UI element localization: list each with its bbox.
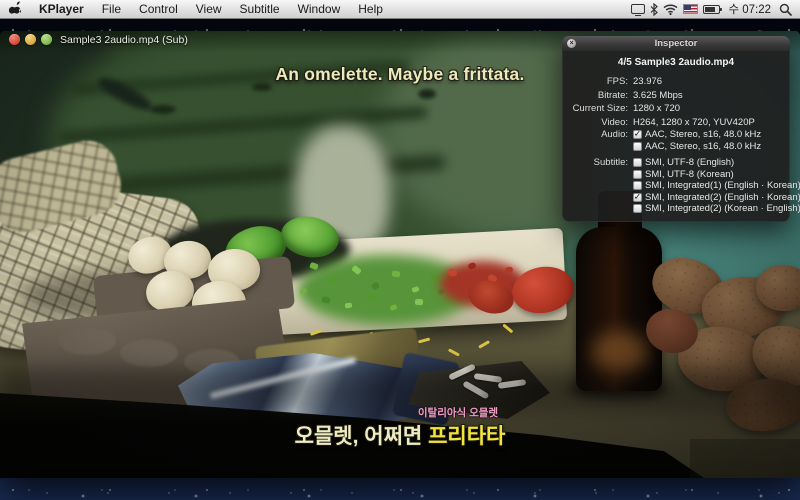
subtitle-track-checkbox[interactable] [633, 170, 642, 179]
bitrate-value: 3.625 Mbps [633, 89, 800, 103]
inspector-close-button[interactable]: × [567, 39, 576, 48]
subtitle-track-label: SMI, Integrated(2) (Korean · English) [645, 203, 800, 215]
subtitle-label: Subtitle: [568, 157, 628, 215]
inspector-titlebar[interactable]: × Inspector [562, 36, 790, 51]
subtitle-track-checkbox[interactable] [633, 181, 642, 190]
audio-label: Audio: [568, 129, 628, 152]
minimize-button[interactable] [25, 34, 36, 45]
bg-handle-1 [150, 105, 176, 114]
spotlight-icon[interactable] [779, 3, 792, 16]
audio-track-row[interactable]: AAC, Stereo, s16, 48.0 kHz [633, 141, 800, 153]
checkmark: ✓ [634, 131, 642, 138]
fps-label: FPS: [568, 75, 628, 89]
window-title: Sample3 2audio.mp4 (Sub) [60, 34, 188, 46]
subtitle-track-row[interactable]: ✓ SMI, Integrated(2) (English · Korean) [633, 192, 800, 204]
inspector-title: Inspector [655, 38, 698, 49]
checkmark: ✓ [634, 193, 642, 200]
subtitle-korean: 이탈리아식 오믈렛 오믈렛, 어쩌면 프리타타 [0, 405, 800, 450]
audio-track-label: AAC, Stereo, s16, 48.0 kHz [645, 141, 761, 153]
green-bit [392, 270, 401, 277]
subtitle-track-label: SMI, UTF-8 (Korean) [645, 169, 734, 181]
subtitle-ruby: 이탈리아식 오믈렛 [58, 405, 800, 420]
apple-menu[interactable] [0, 0, 30, 19]
display-icon[interactable] [631, 4, 645, 14]
subtitle-track-checkbox[interactable] [633, 158, 642, 167]
audio-track-checkbox[interactable] [633, 142, 642, 151]
subtitle-track-row[interactable]: SMI, Integrated(1) (English · Korean) [633, 180, 800, 192]
close-button[interactable] [9, 34, 20, 45]
menu-item-view[interactable]: View [187, 0, 231, 19]
menu-item-help[interactable]: Help [349, 0, 392, 19]
bluetooth-icon[interactable] [650, 3, 658, 16]
menu-item-control[interactable]: Control [130, 0, 187, 19]
wifi-icon[interactable] [663, 4, 678, 15]
carton-cup [120, 339, 178, 367]
inspector-file-header: 4/5 Sample3 2audio.mp4 [562, 57, 790, 68]
audio-track-group: ✓ AAC, Stereo, s16, 48.0 kHz AAC, Stereo… [633, 129, 800, 152]
subtitle-main: 오믈렛, 어쩌면 프리타타 [0, 420, 800, 450]
subtitle-track-label: SMI, Integrated(1) (English · Korean) [645, 180, 800, 192]
subtitle-track-row[interactable]: SMI, UTF-8 (Korean) [633, 169, 800, 181]
subtitle-track-label: SMI, Integrated(2) (English · Korean) [645, 192, 800, 204]
audio-track-label: AAC, Stereo, s16, 48.0 kHz [645, 129, 761, 141]
current-size-value: 1280 x 720 [633, 102, 800, 116]
menu-clock[interactable]: 수 07:22 [725, 1, 774, 17]
inspector-panel: × Inspector 4/5 Sample3 2audio.mp4 FPS: … [562, 36, 790, 222]
menu-item-kplayer[interactable]: KPlayer [30, 0, 93, 19]
subtitle-track-group: SMI, UTF-8 (English) SMI, UTF-8 (Korean)… [633, 157, 800, 215]
menu-item-file[interactable]: File [93, 0, 130, 19]
menu-item-subtitle[interactable]: Subtitle [231, 0, 289, 19]
bg-handle-3 [418, 89, 436, 99]
battery-icon[interactable] [703, 5, 720, 14]
bitrate-label: Bitrate: [568, 89, 628, 103]
current-size-label: Current Size: [568, 102, 628, 116]
subtitle-track-checkbox[interactable] [633, 204, 642, 213]
status-area: 수 07:22 [631, 1, 800, 17]
subtitle-track-row[interactable]: SMI, UTF-8 (English) [633, 157, 800, 169]
apple-icon [9, 1, 21, 18]
video-value: H264, 1280 x 720, YUV420P [633, 116, 800, 130]
audio-track-row[interactable]: ✓ AAC, Stereo, s16, 48.0 kHz [633, 129, 800, 141]
green-bit [415, 299, 423, 306]
subtitle-track-checkbox[interactable]: ✓ [633, 193, 642, 202]
input-source-flag-icon[interactable] [683, 4, 698, 14]
menu-bar: KPlayer File Control View Subtitle Windo… [0, 0, 800, 19]
subtitle-track-label: SMI, UTF-8 (English) [645, 157, 734, 169]
audio-track-checkbox[interactable]: ✓ [633, 130, 642, 139]
video-label: Video: [568, 116, 628, 130]
subtitle-highlight: 프리타타 [428, 425, 505, 448]
fps-value: 23.976 [633, 75, 800, 89]
zoom-button[interactable] [41, 34, 52, 45]
carton-cup [58, 327, 116, 355]
menu-item-window[interactable]: Window [289, 0, 350, 19]
subtitle-track-row[interactable]: SMI, Integrated(2) (Korean · English) [633, 203, 800, 215]
